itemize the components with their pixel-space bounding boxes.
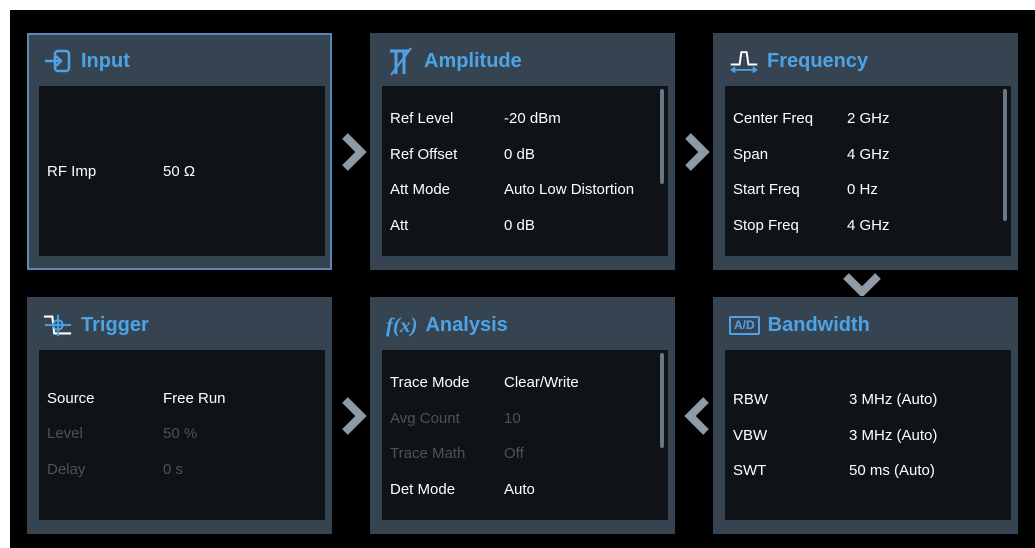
amplitude-row-label: Att [390, 216, 409, 234]
bandwidth-panel[interactable]: A/D Bandwidth RBW 3 MHz (Auto) VBW 3 MHz… [713, 297, 1018, 534]
trigger-panel-title: Trigger [81, 313, 149, 336]
amplitude-row-value: -20 dBm [504, 109, 561, 127]
bandwidth-panel-title: Bandwidth [767, 313, 870, 336]
amplitude-row-label: Ref Offset [390, 145, 458, 163]
frequency-row-label: Center Freq [733, 109, 814, 127]
trigger-panel[interactable]: Trigger Source Free Run Level 50 % Delay… [27, 297, 332, 534]
trigger-row-delay: Delay 0 s [47, 457, 183, 481]
frequency-scrollbar[interactable] [1003, 89, 1007, 221]
frequency-row-label: Start Freq [733, 180, 800, 198]
trigger-row-value: Free Run [163, 389, 226, 407]
analysis-row-value: 10 [504, 409, 521, 427]
analysis-row-label: Trace Math [390, 444, 466, 462]
trigger-row-source[interactable]: Source Free Run [47, 386, 226, 410]
ad-converter-icon-text: A/D [729, 315, 760, 335]
frequency-panel-header: Frequency [729, 46, 868, 76]
amplitude-row-att[interactable]: Att 0 dB [390, 213, 535, 237]
bandwidth-row-value: 3 MHz (Auto) [849, 390, 938, 408]
frequency-row-label: Span [733, 145, 769, 163]
frequency-row-value: 2 GHz [847, 109, 890, 127]
trigger-row-label: Source [47, 389, 95, 407]
amplitude-row-att-mode[interactable]: Att Mode Auto Low Distortion [390, 177, 634, 201]
input-panel-header: Input [43, 46, 130, 76]
bandwidth-panel-body: RBW 3 MHz (Auto) VBW 3 MHz (Auto) SWT 50… [725, 350, 1011, 520]
analysis-row-avg-count: Avg Count 10 [390, 406, 521, 430]
amplitude-scrollbar[interactable] [660, 89, 664, 184]
analysis-row-value: Auto [504, 480, 535, 498]
frequency-row-value: 4 GHz [847, 145, 890, 163]
analysis-row-label: Avg Count [390, 409, 460, 427]
bandwidth-row-value: 3 MHz (Auto) [849, 426, 938, 444]
trigger-row-value: 0 s [163, 460, 184, 478]
analysis-row-value: Clear/Write [504, 373, 579, 391]
amplitude-row-ref-level[interactable]: Ref Level -20 dBm [390, 106, 561, 130]
trigger-panel-header: Trigger [43, 310, 149, 340]
analysis-row-value: Off [504, 444, 524, 462]
frequency-row-span[interactable]: Span 4 GHz [733, 142, 890, 166]
frequency-row-label: Stop Freq [733, 216, 799, 234]
chevron-left-icon [684, 397, 709, 435]
input-panel[interactable]: Input RF Imp 50 Ω [27, 33, 332, 270]
frequency-row-value: 0 Hz [847, 180, 878, 198]
bandwidth-row-swt[interactable]: SWT 50 ms (Auto) [733, 458, 935, 482]
frequency-row-center-freq[interactable]: Center Freq 2 GHz [733, 106, 890, 130]
chevron-right-icon [685, 133, 710, 171]
frequency-row-stop-freq[interactable]: Stop Freq 4 GHz [733, 213, 890, 237]
analysis-panel-title: Analysis [425, 313, 508, 336]
analysis-row-det-mode[interactable]: Det Mode Auto [390, 477, 535, 501]
bandwidth-row-label: RBW [733, 390, 768, 408]
input-row-rf-imp[interactable]: RF Imp 50 Ω [47, 159, 195, 183]
input-row-label: RF Imp [47, 162, 97, 180]
function-fx-icon-text: f(x) [386, 312, 418, 337]
bandwidth-row-vbw[interactable]: VBW 3 MHz (Auto) [733, 423, 937, 447]
trigger-row-value: 50 % [163, 424, 198, 442]
analysis-scrollbar[interactable] [660, 353, 664, 448]
amplitude-icon [386, 46, 416, 76]
bandwidth-row-rbw[interactable]: RBW 3 MHz (Auto) [733, 387, 937, 411]
amplitude-row-value: 0 dB [504, 145, 535, 163]
trigger-panel-body: Source Free Run Level 50 % Delay 0 s [39, 350, 325, 520]
frequency-icon [729, 46, 759, 76]
signal-flow-diagram: Input RF Imp 50 Ω Amplitude Ref Level -2… [10, 10, 1035, 548]
analysis-panel-header: f(x) Analysis [386, 310, 508, 340]
amplitude-row-ref-offset[interactable]: Ref Offset 0 dB [390, 142, 535, 166]
trigger-icon [43, 310, 73, 340]
amplitude-row-value: 0 dB [504, 216, 535, 234]
amplitude-panel[interactable]: Amplitude Ref Level -20 dBm Ref Offset 0… [370, 33, 675, 270]
analysis-panel[interactable]: f(x) Analysis Trace Mode Clear/Write Avg… [370, 297, 675, 534]
frequency-row-start-freq[interactable]: Start Freq 0 Hz [733, 177, 878, 201]
amplitude-panel-body: Ref Level -20 dBm Ref Offset 0 dB Att Mo… [382, 86, 668, 256]
analysis-row-trace-math: Trace Math Off [390, 441, 524, 465]
analysis-row-trace-mode[interactable]: Trace Mode Clear/Write [390, 370, 579, 394]
frequency-panel[interactable]: Frequency Center Freq 2 GHz Span 4 GHz S… [713, 33, 1018, 270]
input-panel-title: Input [81, 49, 130, 72]
amplitude-row-value: Auto Low Distortion [504, 180, 635, 198]
trigger-row-level: Level 50 % [47, 421, 197, 445]
bandwidth-row-label: SWT [733, 461, 767, 479]
analysis-row-label: Trace Mode [390, 373, 470, 391]
input-panel-body: RF Imp 50 Ω [39, 86, 325, 256]
ad-converter-icon: A/D [729, 310, 760, 340]
analysis-panel-body: Trace Mode Clear/Write Avg Count 10 Trac… [382, 350, 668, 520]
frequency-row-value: 4 GHz [847, 216, 890, 234]
frequency-panel-title: Frequency [767, 49, 869, 72]
bandwidth-panel-header: A/D Bandwidth [729, 310, 870, 340]
chevron-down-icon [843, 273, 881, 296]
input-row-value: 50 Ω [163, 162, 196, 180]
amplitude-panel-title: Amplitude [424, 49, 522, 72]
bandwidth-row-value: 50 ms (Auto) [849, 461, 935, 479]
amplitude-row-label: Att Mode [390, 180, 451, 198]
amplitude-panel-header: Amplitude [386, 46, 522, 76]
chevron-right-icon [342, 397, 367, 435]
amplitude-row-label: Ref Level [390, 109, 454, 127]
input-icon [43, 46, 73, 76]
bandwidth-row-label: VBW [733, 426, 768, 444]
analysis-row-label: Det Mode [390, 480, 456, 498]
trigger-row-label: Delay [47, 460, 86, 478]
chevron-right-icon [342, 133, 367, 171]
frequency-panel-body: Center Freq 2 GHz Span 4 GHz Start Freq … [725, 86, 1011, 256]
trigger-row-label: Level [47, 424, 83, 442]
function-fx-icon: f(x) [386, 310, 417, 340]
